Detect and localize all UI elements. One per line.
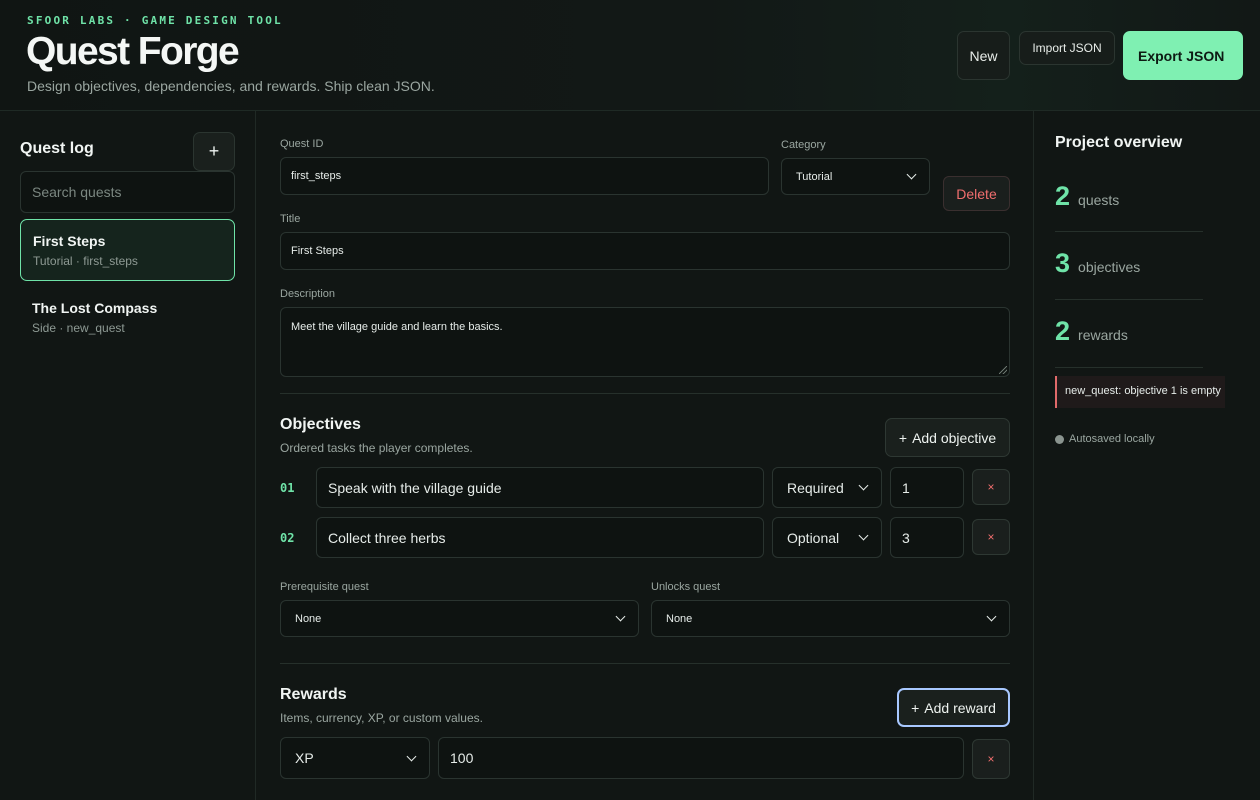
unlocks-value: None (666, 612, 693, 625)
stat-label: quests (1078, 192, 1120, 208)
divider (1055, 299, 1203, 300)
stat-rewards: 2 rewards (1055, 316, 1203, 347)
objective-type-value: Optional (787, 529, 840, 546)
description-textarea[interactable]: Meet the village guide and learn the bas… (280, 307, 1010, 377)
stat-label: objectives (1078, 259, 1141, 275)
overview-title: Project overview (1055, 134, 1183, 151)
stat-objectives: 3 objectives (1055, 248, 1203, 279)
export-json-button: Export JSON (1203, 31, 1243, 80)
new-button[interactable]: New (957, 31, 1010, 80)
validation-warning: new_quest: objective 1 is empty (1203, 376, 1225, 408)
chevron-down-icon (858, 530, 869, 541)
resize-grip-icon[interactable] (999, 366, 1007, 374)
quest-log-sidebar: Quest log + First Steps Tutorial · first… (0, 111, 256, 800)
quest-editor: Quest ID first_steps Category Tutorial D… (256, 111, 1034, 800)
stat-value: 2 (1055, 181, 1071, 211)
divider (280, 393, 1010, 394)
import-json-button[interactable]: Import JSON (1019, 31, 1115, 65)
stat-value: 3 (1055, 248, 1071, 278)
app-viewport: SFOOR LABS · GAME DESIGN TOOL Quest Forg… (0, 0, 1203, 800)
export-json-button[interactable]: Export JSON (1123, 31, 1203, 80)
remove-reward-button[interactable]: × (972, 739, 1010, 779)
brand-label: SFOOR LABS · GAME DESIGN TOOL (27, 14, 283, 27)
category-label: Category (781, 139, 826, 151)
quest-log-title: Quest log (20, 140, 94, 157)
objective-count-input[interactable]: 1 (890, 467, 964, 508)
project-overview-panel: Project overview 2 quests 3 objectives 2… (1203, 111, 1260, 800)
rewards-subtitle: Items, currency, XP, or custom values. (280, 711, 483, 725)
plus-icon: + (911, 699, 920, 716)
reward-value-input[interactable]: 100 (438, 737, 964, 779)
quest-item-name: First Steps (33, 233, 106, 249)
autosave-status: Autosaved locally (1055, 433, 1155, 445)
reward-type-select[interactable]: XP (280, 737, 430, 779)
chevron-down-icon (406, 751, 417, 761)
objective-number: 01 (280, 481, 295, 495)
title-label: Title (280, 213, 301, 225)
add-quest-button[interactable]: + (193, 132, 235, 171)
reward-type-value: XP (295, 750, 314, 766)
add-objective-button[interactable]: + Add objective (885, 418, 1010, 457)
unlocks-label: Unlocks quest (651, 581, 721, 593)
rewards-title: Rewards (280, 686, 347, 703)
stat-label: rewards (1078, 327, 1128, 343)
quest-item-meta: Tutorial · first_steps (33, 254, 138, 268)
unlocks-select[interactable]: None (651, 600, 1010, 637)
category-value: Tutorial (796, 170, 833, 183)
delete-quest-button[interactable]: Delete (943, 176, 1010, 211)
objective-text-input[interactable]: Speak with the village guide (316, 467, 764, 508)
quest-list-item[interactable]: The Lost Compass Side · new_quest (20, 287, 235, 349)
prerequisite-label: Prerequisite quest (280, 581, 369, 593)
add-reward-label: Add reward (924, 699, 996, 716)
divider (1055, 231, 1203, 232)
app-title: Quest Forge (26, 30, 240, 73)
objective-number: 02 (280, 531, 295, 545)
chevron-down-icon (906, 169, 917, 180)
prerequisite-value: None (295, 612, 322, 625)
objective-text-input[interactable]: Collect three herbs (316, 517, 764, 558)
validation-warning: new_quest: objective 1 is empty (1055, 376, 1203, 408)
prerequisite-select[interactable]: None (280, 600, 639, 637)
quest-item-name: The Lost Compass (32, 300, 158, 316)
category-select[interactable]: Tutorial (781, 158, 930, 195)
chevron-down-icon (858, 480, 869, 491)
description-text: Meet the village guide and learn the bas… (291, 321, 503, 333)
plus-icon: + (898, 429, 908, 446)
stat-value: 2 (1055, 316, 1071, 346)
objective-type-value: Required (787, 479, 844, 496)
description-label: Description (280, 288, 336, 300)
quest-id-label: Quest ID (280, 138, 324, 150)
status-dot-icon (1055, 434, 1064, 444)
objectives-subtitle: Ordered tasks the player completes. (280, 441, 473, 455)
divider (1055, 367, 1203, 368)
app-subtitle: Design objectives, dependencies, and rew… (27, 78, 435, 94)
title-input[interactable]: First Steps (280, 232, 1010, 270)
objective-type-select[interactable]: Required (772, 467, 882, 508)
quest-list-item[interactable]: First Steps Tutorial · first_steps (20, 219, 235, 281)
duplicate-view-edge: SFOOR LABS · GAME DESIGN TOOL Quest Forg… (1203, 0, 1260, 800)
app-header: SFOOR LABS · GAME DESIGN TOOL Quest Forg… (1203, 0, 1260, 111)
objectives-title: Objectives (280, 416, 361, 433)
divider (280, 663, 1010, 664)
chevron-down-icon (615, 611, 626, 622)
objective-count-input[interactable]: 3 (890, 517, 964, 558)
duplicate-view-clone: SFOOR LABS · GAME DESIGN TOOL Quest Forg… (1203, 0, 1260, 800)
quest-id-input[interactable]: first_steps (280, 157, 769, 195)
remove-objective-button[interactable]: × (972, 519, 1010, 555)
stat-quests: 2 quests (1055, 181, 1203, 212)
search-quests-input[interactable] (20, 171, 235, 213)
quest-item-meta: Side · new_quest (32, 321, 125, 335)
project-overview-panel: Project overview 2 quests 3 objectives 2… (1034, 111, 1203, 800)
app-header: SFOOR LABS · GAME DESIGN TOOL Quest Forg… (0, 0, 1203, 111)
objective-type-select[interactable]: Optional (772, 517, 882, 558)
add-reward-button[interactable]: + Add reward (897, 688, 1010, 727)
remove-objective-button[interactable]: × (972, 469, 1010, 505)
chevron-down-icon (986, 611, 997, 622)
autosave-label: Autosaved locally (1069, 433, 1155, 445)
add-objective-label: Add objective (912, 429, 997, 446)
